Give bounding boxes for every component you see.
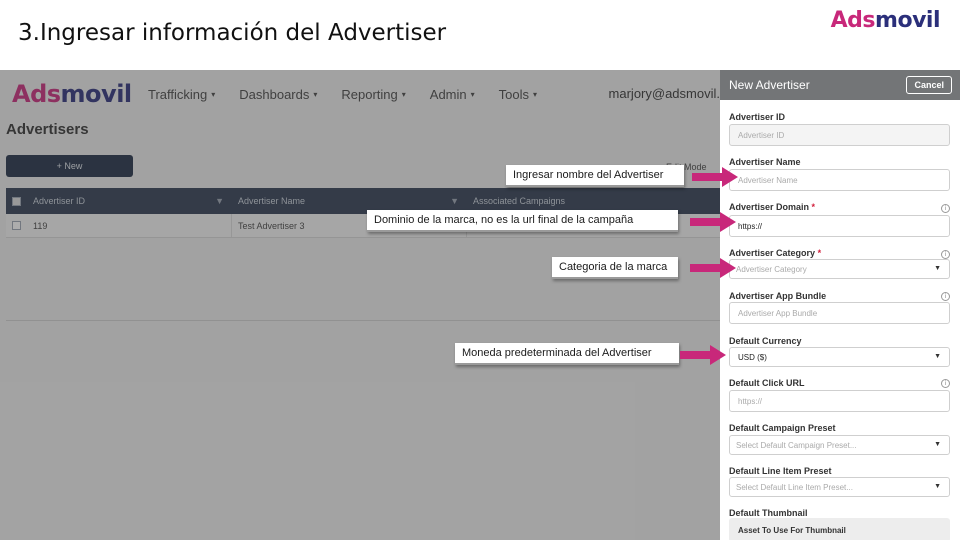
info-icon[interactable]: i xyxy=(941,204,950,213)
line-item-preset-select[interactable]: Select Default Line Item Preset... ▼ xyxy=(729,477,950,497)
advertiser-id-label: Advertiser ID xyxy=(729,112,786,122)
info-icon[interactable]: i xyxy=(941,379,950,388)
panel-title: New Advertiser xyxy=(729,78,810,92)
advertiser-domain-label-text: Advertiser Domain xyxy=(729,202,810,212)
default-currency-select[interactable]: USD ($) ▼ xyxy=(729,347,950,367)
required-marker: * xyxy=(811,202,816,212)
arrow-right-icon xyxy=(690,258,736,278)
arrow-right-icon xyxy=(690,212,736,232)
campaign-preset-label: Default Campaign Preset xyxy=(729,423,836,433)
chevron-down-icon: ▼ xyxy=(934,483,941,490)
arrow-right-icon xyxy=(692,167,738,187)
info-icon[interactable]: i xyxy=(941,292,950,301)
advertiser-domain-label: Advertiser Domain * xyxy=(729,202,815,212)
advertiser-category-label-text: Advertiser Category xyxy=(729,248,816,258)
info-icon[interactable]: i xyxy=(941,250,950,259)
app-bundle-label: Advertiser App Bundle xyxy=(729,291,827,301)
default-click-url-label: Default Click URL xyxy=(729,378,805,388)
advertiser-domain-field[interactable]: https:// xyxy=(729,215,950,237)
modal-overlay[interactable] xyxy=(0,70,720,540)
brand-logo: Adsmovil xyxy=(830,8,941,33)
default-click-url-field[interactable]: https:// xyxy=(729,390,950,412)
advertiser-category-select[interactable]: Advertiser Category ▼ xyxy=(729,259,950,279)
line-item-preset-placeholder: Select Default Line Item Preset... xyxy=(736,482,853,492)
advertiser-category-placeholder: Advertiser Category xyxy=(736,264,807,274)
logo-movil-text: movil xyxy=(875,8,940,33)
required-marker: * xyxy=(817,248,822,258)
callout-advertiser-domain: Dominio de la marca, no es la url final … xyxy=(367,210,678,232)
callout-advertiser-category: Categoria de la marca xyxy=(552,257,678,279)
advertiser-name-field[interactable]: Advertiser Name xyxy=(729,169,950,191)
thumbnail-asset-field[interactable]: Asset To Use For Thumbnail xyxy=(729,518,950,540)
campaign-preset-placeholder: Select Default Campaign Preset... xyxy=(736,440,857,450)
slide-title: 3.Ingresar información del Advertiser xyxy=(18,20,447,46)
campaign-preset-select[interactable]: Select Default Campaign Preset... ▼ xyxy=(729,435,950,455)
cancel-button[interactable]: Cancel xyxy=(906,76,952,94)
callout-advertiser-name: Ingresar nombre del Advertiser xyxy=(506,165,684,187)
default-currency-value: USD ($) xyxy=(738,352,767,362)
advertiser-id-field: Advertiser ID xyxy=(729,124,950,146)
default-currency-label: Default Currency xyxy=(729,336,802,346)
chevron-down-icon: ▼ xyxy=(934,441,941,448)
arrow-right-icon xyxy=(680,345,726,365)
chevron-down-icon: ▼ xyxy=(934,353,941,360)
advertiser-category-label: Advertiser Category * xyxy=(729,248,821,258)
new-advertiser-panel: New Advertiser Cancel Advertiser ID Adve… xyxy=(720,70,960,540)
callout-default-currency: Moneda predeterminada del Advertiser xyxy=(455,343,679,365)
default-thumbnail-label: Default Thumbnail xyxy=(729,508,808,518)
app-background: Adsmovil Trafficking ▾ Dashboards ▾ Report… xyxy=(0,70,720,540)
app-screenshot: Adsmovil Trafficking ▾ Dashboards ▾ Report… xyxy=(0,70,960,540)
chevron-down-icon: ▼ xyxy=(934,265,941,272)
app-bundle-field[interactable]: Advertiser App Bundle xyxy=(729,302,950,324)
panel-header: New Advertiser Cancel xyxy=(720,70,960,100)
line-item-preset-label: Default Line Item Preset xyxy=(729,466,832,476)
logo-ads-text: Ads xyxy=(830,8,876,33)
